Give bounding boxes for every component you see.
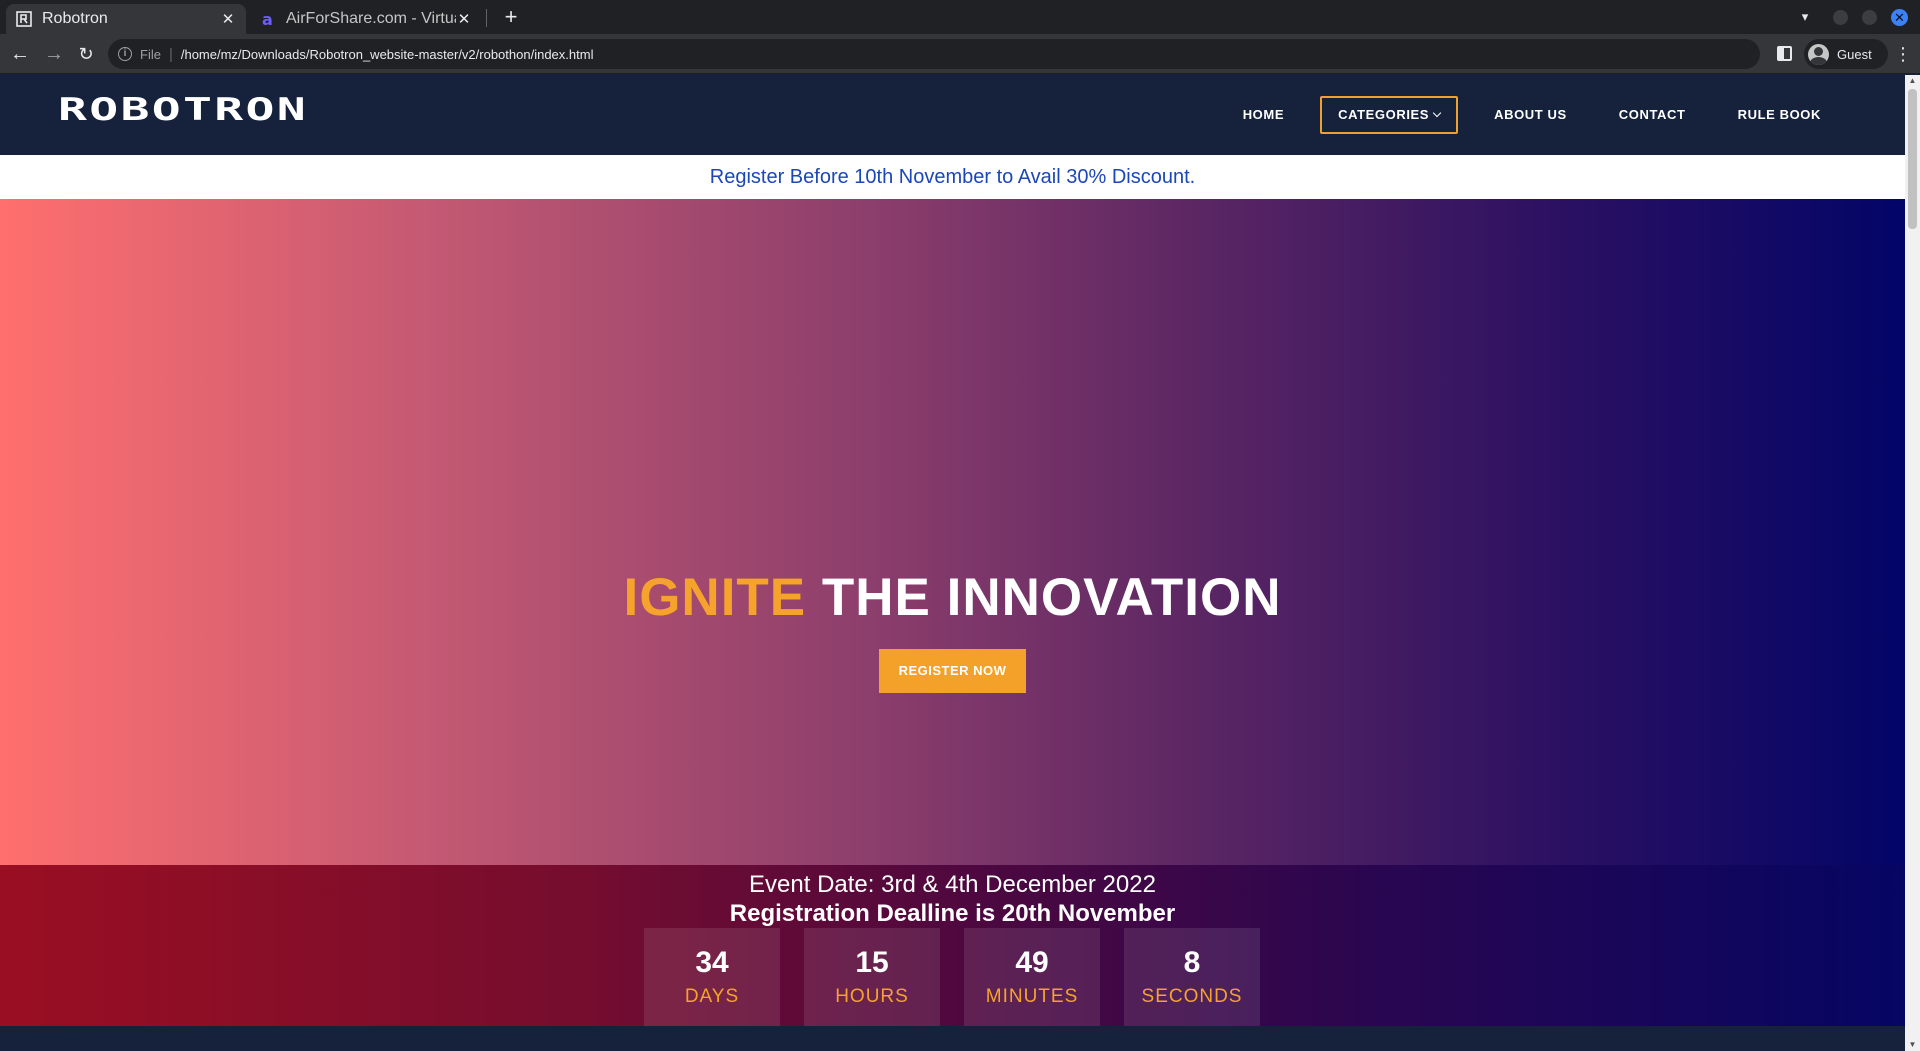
scrollbar-thumb[interactable]	[1908, 89, 1917, 229]
countdown-value: 8	[1183, 946, 1201, 979]
nav-about-us[interactable]: ABOUT US	[1468, 96, 1593, 134]
url-text[interactable]: /home/mz/Downloads/Robotron_website-mast…	[181, 47, 594, 62]
side-panel-icon[interactable]	[1777, 46, 1792, 61]
browser-menu-kebab-icon[interactable]: ⋮	[1894, 42, 1912, 66]
event-countdown-section: Event Date: 3rd & 4th December 2022 Regi…	[0, 865, 1905, 1036]
tab-robotron[interactable]: Robotron ✕	[6, 4, 246, 34]
tab-airforshare[interactable]: a AirForShare.com - Virtual ✕	[250, 4, 482, 34]
nav-contact[interactable]: CONTACT	[1593, 96, 1712, 134]
page-scrollbar[interactable]: ▲ ▼	[1905, 75, 1920, 1051]
new-tab-plus-icon[interactable]: +	[498, 4, 524, 30]
next-section-edge	[0, 1026, 1905, 1051]
svg-text:a: a	[262, 11, 273, 27]
tab-search-chevron-icon[interactable]: ▾	[1793, 5, 1817, 29]
scroll-down-arrow-icon[interactable]: ▼	[1908, 1041, 1917, 1049]
browser-toolbar: ← → ↻ i File | /home/mz/Downloads/Robotr…	[0, 34, 1920, 74]
countdown-label: HOURS	[835, 986, 909, 1007]
airforshare-favicon-icon: a	[260, 11, 276, 27]
tab-close-icon[interactable]: ✕	[220, 10, 236, 28]
tab-close-icon[interactable]: ✕	[456, 10, 472, 28]
countdown-seconds: 8 SECONDS	[1124, 928, 1260, 1036]
nav-home-label: HOME	[1242, 107, 1285, 122]
countdown-minutes: 49 MINUTES	[964, 928, 1100, 1036]
nav-categories[interactable]: CATEGORIES	[1320, 96, 1459, 134]
countdown-value: 15	[855, 946, 889, 979]
hero-section: IGNITE THE INNOVATION REGISTER NOW	[0, 199, 1905, 865]
hero-title: IGNITE THE INNOVATION	[0, 567, 1905, 628]
profile-button[interactable]: Guest	[1804, 39, 1888, 69]
countdown-timer: 34 DAYS 15 HOURS 49 MINUTES 8 SECONDS	[644, 928, 1260, 1036]
event-date: Event Date: 3rd & 4th December 2022	[749, 871, 1156, 898]
chevron-down-icon	[1432, 108, 1442, 118]
back-arrow-icon[interactable]: ←	[8, 42, 32, 66]
hero-title-highlight: IGNITE	[623, 568, 807, 627]
reload-icon[interactable]: ↻	[74, 42, 98, 66]
tab-title: AirForShare.com - Virtual	[286, 10, 456, 27]
countdown-days: 34 DAYS	[644, 928, 780, 1036]
nav-about-label: ABOUT US	[1494, 107, 1567, 122]
nav-categories-label: CATEGORIES	[1338, 107, 1430, 122]
countdown-label: MINUTES	[985, 986, 1079, 1007]
registration-deadline: Registration Dealline is 20th November	[729, 900, 1176, 927]
logo-text: ROBOTRON	[58, 93, 308, 125]
countdown-value: 49	[1015, 946, 1049, 979]
maximize-button[interactable]	[1862, 9, 1877, 25]
site-header: ROBOTRON HOME CATEGORIES ABOUT US CONTAC…	[0, 75, 1905, 155]
browser-tab-strip: Robotron ✕ a AirForShare.com - Virtual ✕…	[0, 0, 1920, 34]
countdown-value: 34	[695, 946, 729, 979]
nav-rule-book[interactable]: RULE BOOK	[1712, 96, 1847, 134]
window-controls: ▾ ✕	[1793, 0, 1920, 34]
minimize-button[interactable]	[1833, 9, 1848, 25]
window-close-icon[interactable]: ✕	[1891, 8, 1908, 26]
url-scheme: File	[140, 46, 161, 62]
nav-home[interactable]: HOME	[1217, 96, 1310, 134]
tab-divider	[486, 9, 487, 27]
register-now-button[interactable]: REGISTER NOW	[879, 649, 1026, 693]
guest-avatar-icon	[1808, 43, 1829, 65]
profile-name: Guest	[1837, 46, 1872, 62]
main-nav: HOME CATEGORIES ABOUT US CONTACT RULE BO…	[1217, 96, 1847, 134]
nav-contact-label: CONTACT	[1618, 107, 1686, 122]
address-bar[interactable]: i File | /home/mz/Downloads/Robotron_web…	[108, 39, 1760, 69]
countdown-hours: 15 HOURS	[804, 928, 940, 1036]
hero-title-rest: THE INNOVATION	[821, 568, 1282, 627]
page-viewport: ROBOTRON HOME CATEGORIES ABOUT US CONTAC…	[0, 75, 1905, 1051]
site-info-icon[interactable]: i	[118, 47, 132, 61]
countdown-label: SECONDS	[1141, 986, 1243, 1007]
tab-title: Robotron	[42, 10, 108, 27]
scroll-up-arrow-icon[interactable]: ▲	[1908, 77, 1917, 85]
countdown-label: DAYS	[684, 986, 740, 1007]
page-favicon-icon	[16, 11, 32, 27]
robotron-logo[interactable]: ROBOTRON	[58, 93, 308, 125]
promo-banner: Register Before 10th November to Avail 3…	[0, 155, 1905, 199]
url-separator: |	[168, 45, 173, 63]
nav-rulebook-label: RULE BOOK	[1737, 107, 1821, 122]
forward-arrow-icon[interactable]: →	[42, 42, 66, 66]
